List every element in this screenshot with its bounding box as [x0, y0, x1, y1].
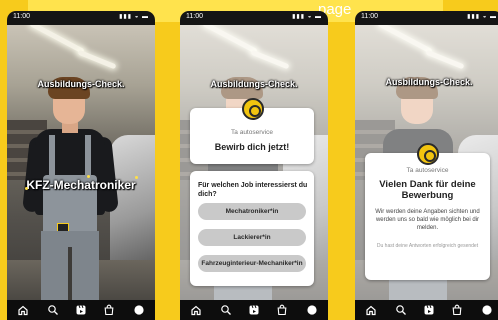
video-scene[interactable]: Ausbildungs-Check. Ta autoservice Vielen… [355, 25, 498, 300]
home-icon[interactable] [365, 304, 377, 316]
video-scene[interactable]: Ausbildungs-Check. Ta autoservice Bewirb… [180, 25, 328, 300]
search-icon[interactable] [220, 304, 232, 316]
thanks-title-line1: Vielen Dank für deine [379, 179, 476, 190]
create-icon[interactable] [248, 304, 260, 316]
bottom-nav [180, 300, 328, 320]
status-bar: 11:00 ▮▮▮ ◒ ▬ [180, 11, 328, 25]
question-text: Für welchen Job interessierst du dich? [198, 182, 308, 198]
brand-logo [242, 98, 264, 120]
profile-icon[interactable] [306, 304, 318, 316]
sparkle-dot [25, 187, 28, 190]
caption-top: Ausbildungs-Check. [385, 77, 473, 87]
shop-icon[interactable] [276, 304, 288, 316]
caption-top: Ausbildungs-Check. [210, 79, 298, 89]
sparkle-dot [87, 175, 90, 178]
phone-screen-2: 11:00 ▮▮▮ ◒ ▬ Ausbildungs-Check. Ta auto… [180, 11, 328, 320]
home-icon[interactable] [190, 304, 202, 316]
status-icons: ▮▮▮ ◒ ▬ [467, 14, 497, 20]
thanks-note: Du hast deine Antworten erfolgreich gese… [376, 243, 479, 249]
status-bar: 11:00 ▮▮▮ ◒ ▬ [7, 11, 155, 25]
status-icons: ▮▮▮ ◒ ▬ [292, 14, 322, 20]
video-scene[interactable]: Ausbildungs-Check. KFZ-Mechatroniker [7, 25, 155, 300]
thanks-body: Wir werden deine Angaben sichten und wer… [375, 209, 480, 231]
option-button[interactable]: Mechatroniker*in [198, 203, 306, 220]
person [7, 25, 155, 300]
brand-logo [417, 143, 439, 165]
caption-top: Ausbildungs-Check. [37, 79, 125, 89]
bottom-nav [355, 300, 498, 320]
create-icon[interactable] [423, 304, 435, 316]
shop-icon[interactable] [451, 304, 463, 316]
search-icon[interactable] [47, 304, 59, 316]
phone-screen-3: 11:00 ▮▮▮ ◒ ▬ Ausbildungs-Check. Ta auto… [355, 11, 498, 320]
card-title: Bewirb dich jetzt! [214, 142, 290, 152]
bottom-nav [7, 300, 155, 320]
account-name: Ta autoservice [231, 129, 273, 136]
status-time: 11:00 [186, 13, 203, 20]
home-icon[interactable] [17, 304, 29, 316]
status-time: 11:00 [361, 13, 378, 20]
caption-center: KFZ-Mechatroniker [26, 178, 136, 192]
profile-icon[interactable] [133, 304, 145, 316]
thanks-card: Ta autoservice Vielen Dank für deine Bew… [365, 153, 490, 280]
create-icon[interactable] [75, 304, 87, 316]
option-button[interactable]: Fahrzeuginterieur-Mechaniker*in [198, 255, 306, 272]
account-name: Ta autoservice [406, 167, 449, 174]
thanks-title-line2: Bewerbung [401, 190, 454, 201]
profile-icon[interactable] [481, 304, 493, 316]
search-icon[interactable] [395, 304, 407, 316]
status-time: 11:00 [13, 13, 30, 20]
shop-icon[interactable] [103, 304, 115, 316]
option-button[interactable]: Lackierer*in [198, 229, 306, 246]
legs-gap [68, 247, 72, 300]
phone-screen-1: 11:00 ▮▮▮ ◒ ▬ Ausbildungs-Check. KFZ-Mec… [7, 11, 155, 320]
status-icons: ▮▮▮ ◒ ▬ [119, 14, 149, 20]
status-bar: 11:00 ▮▮▮ ◒ ▬ [355, 11, 498, 25]
sparkle-dot [135, 176, 138, 179]
question-card: Für welchen Job interessierst du dich? M… [190, 171, 314, 286]
